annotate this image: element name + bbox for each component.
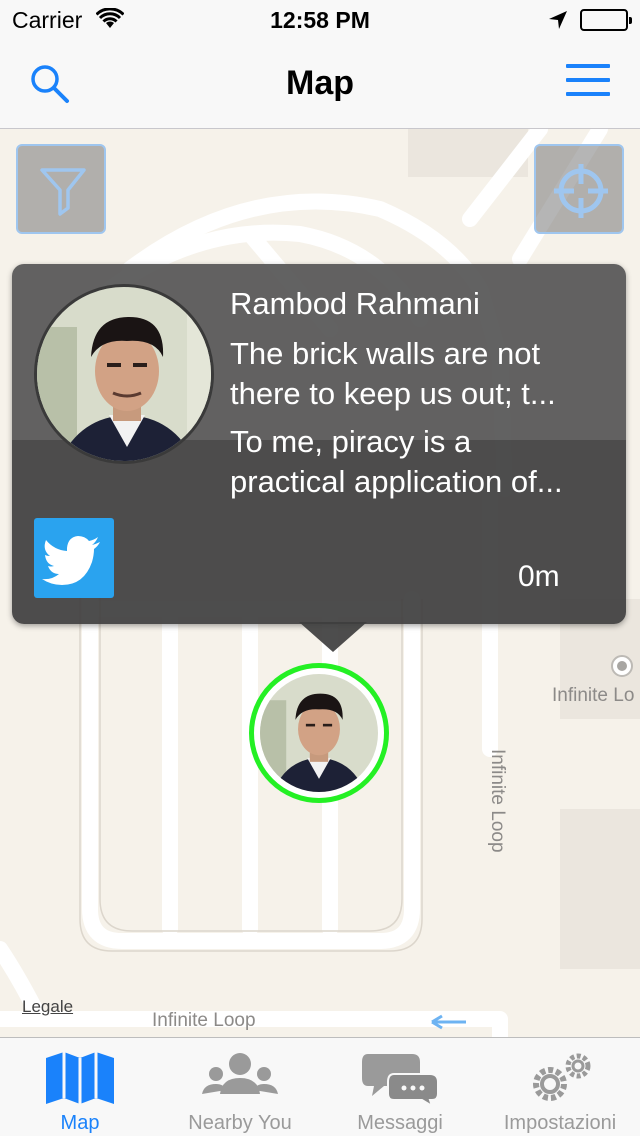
menu-icon[interactable] — [566, 64, 610, 104]
gears-icon — [533, 1053, 591, 1101]
locate-me-button[interactable] — [534, 144, 624, 234]
tab-label: Messaggi — [357, 1112, 443, 1134]
status-time: 12:58 PM — [270, 7, 370, 33]
tab-impostazioni[interactable]: Impostazioni — [480, 1038, 640, 1136]
callout-user-name: Rambod Rahmani — [230, 286, 480, 321]
location-arrow-icon — [548, 9, 568, 36]
legal-link[interactable]: Legale — [22, 997, 73, 1017]
navigation-bar: Map — [0, 40, 640, 129]
callout-tail — [299, 622, 367, 652]
filter-button[interactable] — [16, 144, 106, 234]
message-2-line-2: practical application of... — [230, 464, 563, 499]
page-title: Map — [286, 64, 354, 102]
message-1-line-1: The brick walls are not — [230, 336, 541, 371]
tab-bar: Map Nearby You Messaggi Impostazioni — [0, 1037, 640, 1136]
chat-bubbles-icon — [362, 1054, 439, 1106]
pin-avatar — [260, 674, 378, 792]
app-screen: Carrier 12:58 PM Map Infinite Loop Infin… — [0, 0, 640, 1136]
twitter-button[interactable] — [34, 518, 114, 598]
distance-label: 0m — [518, 560, 560, 593]
tab-label: Nearby You — [188, 1112, 292, 1134]
crosshair-icon — [554, 164, 608, 218]
map-icon — [46, 1052, 114, 1104]
street-label-vertical: Infinite Loop — [487, 749, 508, 853]
poi-label: Infinite Lo — [552, 685, 635, 706]
tab-map[interactable]: Map — [0, 1038, 160, 1136]
tab-nearby-you[interactable]: Nearby You — [160, 1038, 320, 1136]
battery-icon — [580, 9, 632, 31]
callout-message-2: To me, piracy is a practical application… — [230, 422, 610, 502]
message-2-line-1: To me, piracy is a — [230, 424, 472, 459]
user-map-pin[interactable] — [249, 663, 389, 803]
tab-messaggi[interactable]: Messaggi — [320, 1038, 480, 1136]
people-icon — [202, 1053, 278, 1094]
twitter-icon — [42, 536, 100, 585]
message-1-line-2: there to keep us out; t... — [230, 376, 556, 411]
callout-message-1: The brick walls are not there to keep us… — [230, 334, 610, 414]
street-label-bottom: Infinite Loop — [152, 1010, 256, 1031]
tab-label: Impostazioni — [503, 1112, 617, 1134]
status-bar: Carrier 12:58 PM — [0, 0, 640, 40]
filter-icon — [40, 168, 86, 216]
avatar[interactable] — [34, 284, 214, 464]
user-callout[interactable]: Rambod Rahmani The brick walls are not t… — [12, 264, 626, 652]
tab-label: Map — [60, 1112, 100, 1134]
